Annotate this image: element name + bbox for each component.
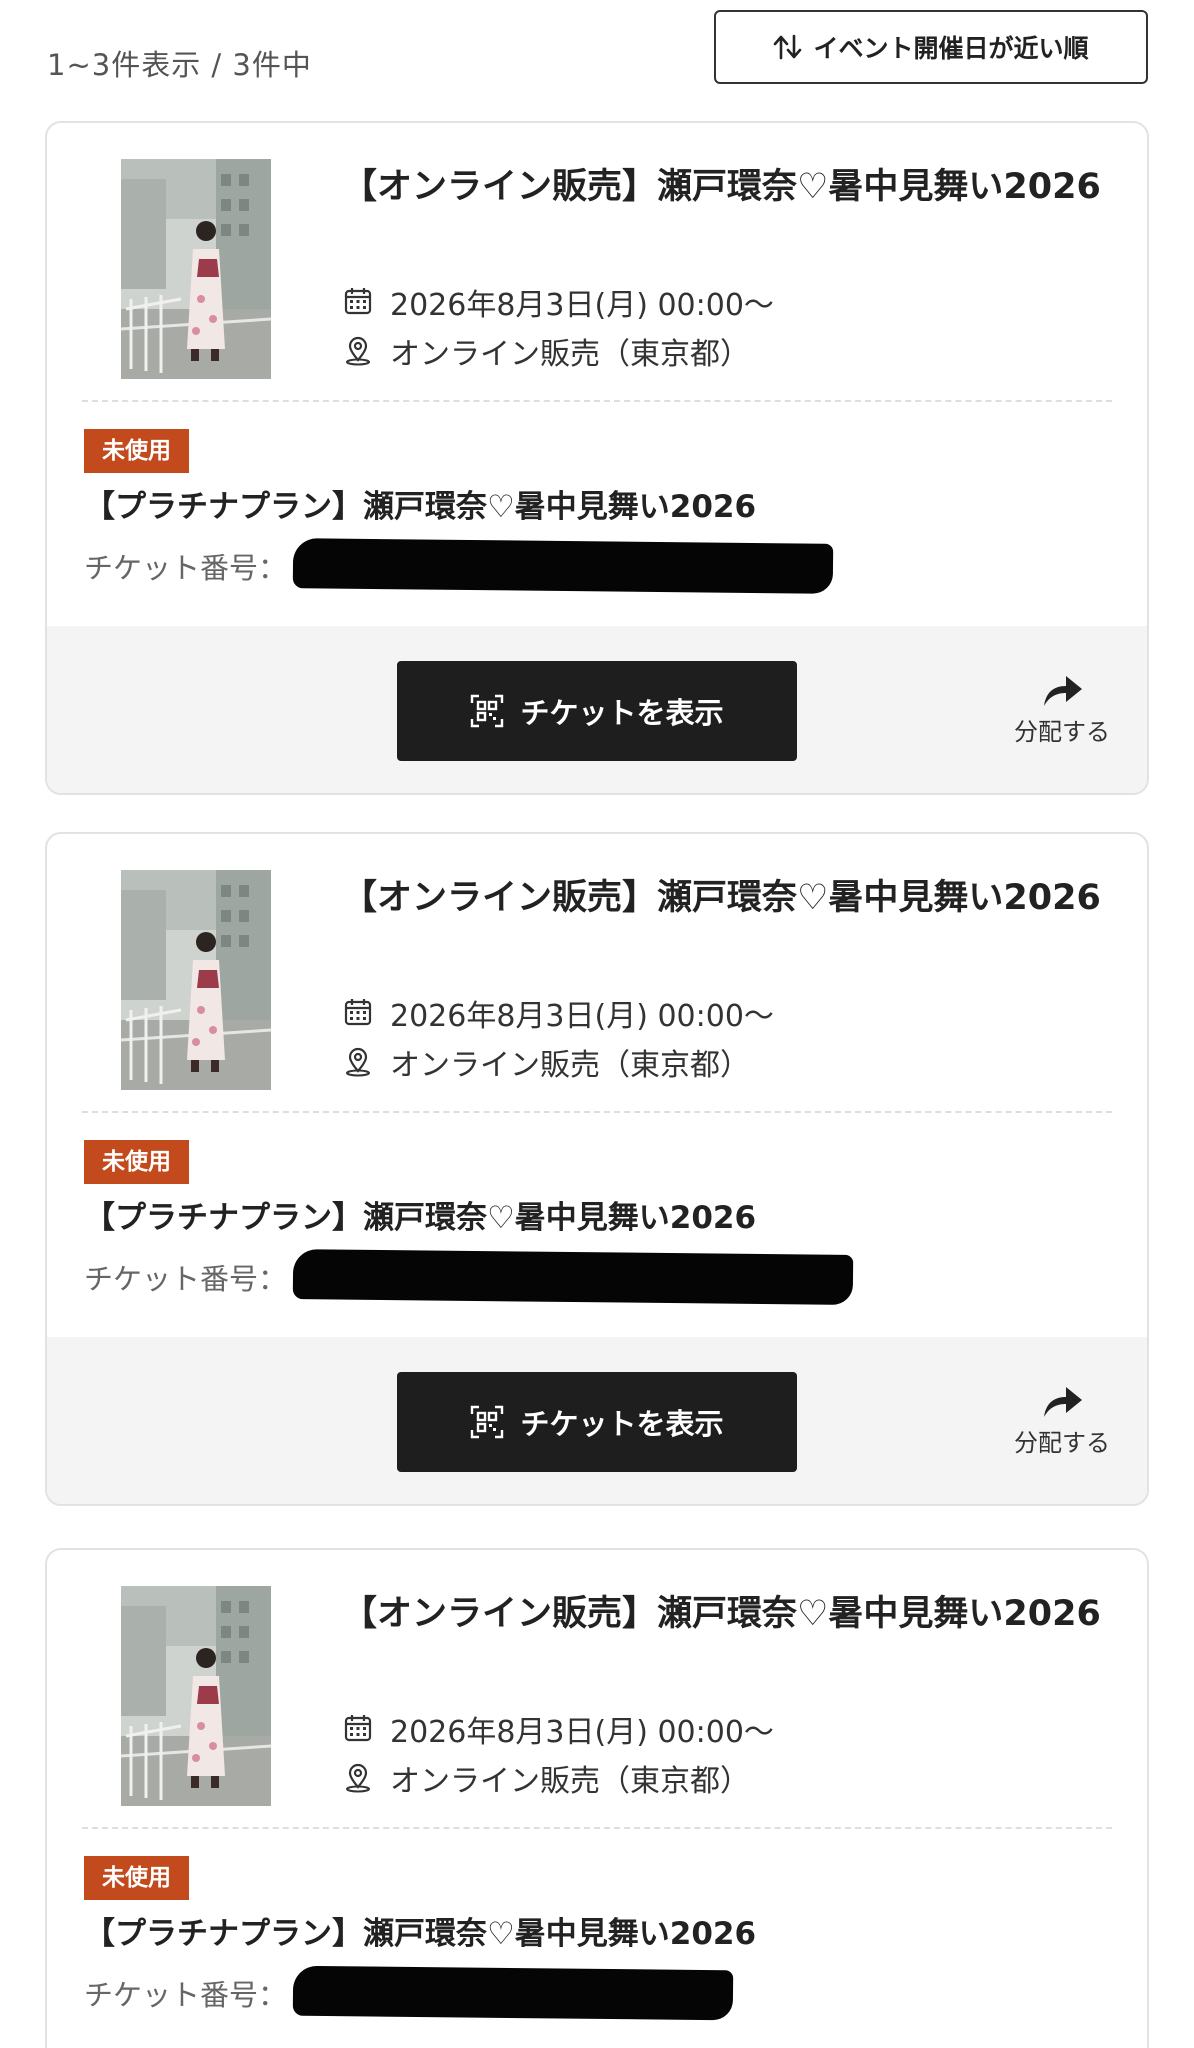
qr-code-icon [470, 694, 504, 728]
calendar-icon [342, 1712, 376, 1746]
event-date-row: 2026年8月3日(月) 00:00〜 [342, 991, 774, 1035]
share-arrow-icon [1002, 672, 1122, 712]
show-ticket-button[interactable]: チケットを表示 [397, 661, 797, 761]
ticket-number-row: チケット番号： [84, 538, 834, 594]
ticket-number-row: チケット番号： [84, 1249, 854, 1305]
ticket-card: 【オンライン販売】瀬戸環奈♡暑中見舞い2026 2026年8月3日(月) 00:… [45, 832, 1149, 1506]
status-badge: 未使用 [84, 1140, 189, 1184]
share-button[interactable]: 分配する [1002, 1383, 1122, 1458]
ticket-number-redaction [292, 1249, 854, 1305]
location-pin-icon [342, 334, 376, 368]
event-location: オンライン販売（東京都） [390, 1048, 750, 1083]
show-ticket-button[interactable]: チケットを表示 [397, 1372, 797, 1472]
event-location-row: オンライン販売（東京都） [342, 1040, 750, 1084]
ticket-number-label: チケット番号： [84, 1978, 288, 2012]
sort-arrows-icon [773, 34, 803, 60]
ticket-number-label: チケット番号： [84, 551, 288, 585]
location-pin-icon [342, 1045, 376, 1079]
event-date-row: 2026年8月3日(月) 00:00〜 [342, 280, 774, 324]
card-footer: チケットを表示 分配する [47, 1337, 1147, 1504]
qr-code-icon [470, 1405, 504, 1439]
list-header: 1~3件表示 / 3件中 イベント開催日が近い順 [0, 0, 1194, 110]
result-count: 1~3件表示 / 3件中 [47, 48, 312, 82]
event-thumbnail[interactable] [121, 1586, 271, 1806]
ticket-number-row: チケット番号： [84, 1965, 734, 2021]
calendar-icon [342, 996, 376, 1030]
event-location: オンライン販売（東京都） [390, 337, 750, 372]
card-footer: チケットを表示 分配する [47, 626, 1147, 793]
calendar-icon [342, 285, 376, 319]
show-ticket-label: チケットを表示 [520, 696, 724, 730]
sort-label: イベント開催日が近い順 [813, 34, 1089, 63]
share-button[interactable]: 分配する [1002, 672, 1122, 747]
status-badge: 未使用 [84, 429, 189, 473]
event-date: 2026年8月3日(月) 00:00〜 [390, 288, 774, 323]
ticket-number-label: チケット番号： [84, 1262, 288, 1296]
status-badge: 未使用 [84, 1856, 189, 1900]
share-label: 分配する [1014, 1429, 1110, 1457]
ticket-card: 【オンライン販売】瀬戸環奈♡暑中見舞い2026 2026年8月3日(月) 00:… [45, 1548, 1149, 2048]
divider [82, 400, 1112, 402]
plan-name: 【プラチナプラン】瀬戸環奈♡暑中見舞い2026 [84, 1200, 757, 1236]
event-thumbnail[interactable] [121, 870, 271, 1090]
event-title[interactable]: 【オンライン販売】瀬戸環奈♡暑中見舞い2026 [342, 872, 1102, 925]
plan-name: 【プラチナプラン】瀬戸環奈♡暑中見舞い2026 [84, 489, 757, 525]
event-location-row: オンライン販売（東京都） [342, 1756, 750, 1800]
event-location-row: オンライン販売（東京都） [342, 329, 750, 373]
plan-name: 【プラチナプラン】瀬戸環奈♡暑中見舞い2026 [84, 1916, 757, 1952]
event-date-row: 2026年8月3日(月) 00:00〜 [342, 1707, 774, 1751]
event-date: 2026年8月3日(月) 00:00〜 [390, 1715, 774, 1750]
ticket-card: 【オンライン販売】瀬戸環奈♡暑中見舞い2026 2026年8月3日(月) 00:… [45, 121, 1149, 795]
divider [82, 1111, 1112, 1113]
event-thumbnail[interactable] [121, 159, 271, 379]
ticket-number-redaction [292, 1965, 734, 2021]
location-pin-icon [342, 1761, 376, 1795]
event-title[interactable]: 【オンライン販売】瀬戸環奈♡暑中見舞い2026 [342, 161, 1102, 214]
event-location: オンライン販売（東京都） [390, 1764, 750, 1799]
share-label: 分配する [1014, 718, 1110, 746]
divider [82, 1827, 1112, 1829]
share-arrow-icon [1002, 1383, 1122, 1423]
show-ticket-label: チケットを表示 [520, 1407, 724, 1441]
ticket-number-redaction [292, 538, 834, 594]
sort-button[interactable]: イベント開催日が近い順 [714, 10, 1148, 84]
event-title[interactable]: 【オンライン販売】瀬戸環奈♡暑中見舞い2026 [342, 1588, 1102, 1641]
event-date: 2026年8月3日(月) 00:00〜 [390, 999, 774, 1034]
